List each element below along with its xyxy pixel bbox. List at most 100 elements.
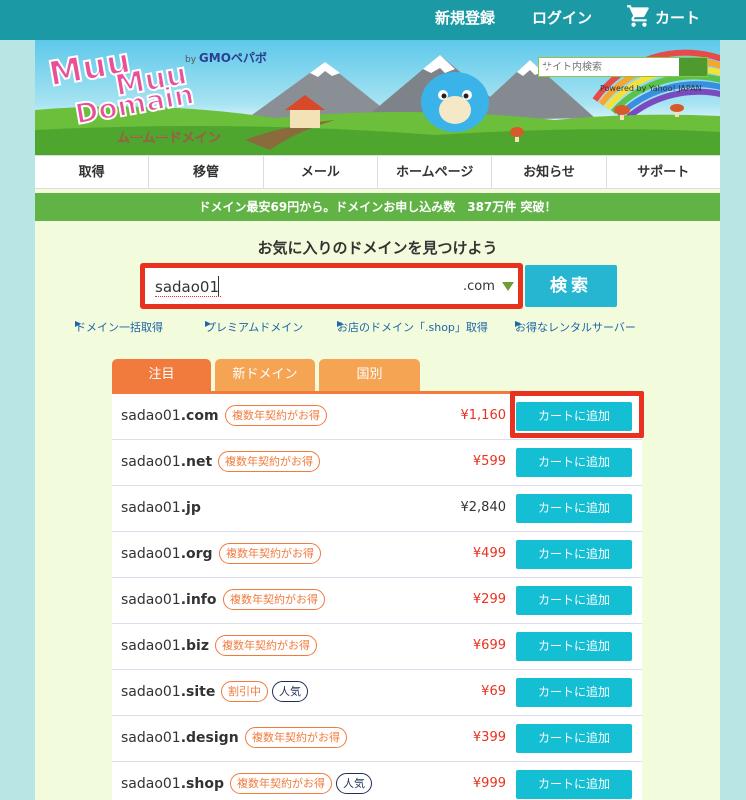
add-to-cart-button[interactable]: カートに追加 — [516, 494, 632, 523]
result-row: sadao01.biz 複数年契約がお得 ¥699 カートに追加 — [112, 624, 642, 670]
price: ¥699 — [472, 638, 506, 653]
domain-label: sadao01 — [121, 546, 181, 562]
add-to-cart-button[interactable]: カートに追加 — [516, 586, 632, 615]
badge-group: 複数年契約がお得 — [245, 727, 347, 748]
price: ¥69 — [481, 684, 506, 699]
svg-text:ムームードメイン: ムームードメイン — [117, 131, 221, 143]
domain-tld: .site — [180, 684, 216, 700]
tab-country[interactable]: 国別 — [319, 359, 420, 391]
nav-item-transfer[interactable]: 移管 — [149, 156, 264, 188]
price: ¥1,160 — [460, 408, 507, 423]
domain-name: sadao01.org — [121, 546, 213, 562]
badge-group: 複数年契約がお得 人気 — [230, 773, 372, 794]
add-to-cart-button[interactable]: カートに追加 — [516, 632, 632, 661]
result-row: sadao01.info 複数年契約がお得 ¥299 カートに追加 — [112, 578, 642, 624]
chevron-down-icon[interactable] — [502, 282, 514, 291]
popular-badge: 人気 — [272, 681, 308, 702]
badge-group: 複数年契約がお得 — [223, 589, 325, 610]
result-row: sadao01.net 複数年契約がお得 ¥599 カートに追加 — [112, 440, 642, 486]
login-link[interactable]: ログイン — [532, 7, 592, 28]
domain-name: sadao01.biz — [121, 638, 209, 654]
price: ¥2,840 — [460, 500, 507, 515]
status-badge: 複数年契約がお得 — [245, 727, 347, 748]
domain-tld: .com — [180, 408, 219, 424]
badge-group: 複数年契約がお得 — [219, 543, 321, 564]
page-container: Muu Muu Domain ムームードメイン by GMOペパボ Powere… — [35, 40, 720, 800]
status-badge: 複数年契約がお得 — [215, 635, 317, 656]
badge-group: 複数年契約がお得 — [215, 635, 317, 656]
result-row: sadao01.design 複数年契約がお得 ¥399 カートに追加 — [112, 716, 642, 762]
nav-item-mail[interactable]: メール — [264, 156, 378, 188]
domain-name: sadao01.shop — [121, 776, 224, 792]
domain-tld: .shop — [180, 776, 224, 792]
price: ¥499 — [472, 546, 506, 561]
status-badge: 複数年契約がお得 — [230, 773, 332, 794]
status-badge: 複数年契約がお得 — [223, 589, 325, 610]
status-badge: 複数年契約がお得 — [219, 543, 321, 564]
domain-tld: .design — [180, 730, 239, 746]
add-to-cart-button[interactable]: カートに追加 — [516, 448, 632, 477]
domain-name: sadao01.net — [121, 454, 212, 470]
top-bar: 新規登録 ログイン カート — [0, 0, 746, 40]
add-to-cart-button[interactable]: カートに追加 — [516, 540, 632, 569]
price: ¥999 — [472, 776, 506, 791]
price: ¥399 — [472, 730, 506, 745]
main-nav: 取得 移管 メール ホームページ お知らせ サポート — [35, 155, 720, 189]
domain-search-input[interactable]: sadao01 — [155, 278, 221, 297]
promo-banner: ドメイン最安69円から。ドメインお申し込み数 387万件 突破！ — [35, 193, 720, 221]
domain-label: sadao01 — [121, 500, 181, 516]
domain-label: sadao01 — [121, 454, 181, 470]
nav-item-support[interactable]: サポート — [607, 156, 720, 188]
search-button[interactable]: 検索 — [525, 265, 617, 307]
add-to-cart-button[interactable]: カートに追加 — [516, 770, 632, 799]
yahoo-note: Powered by Yahoo! JAPAN — [600, 84, 702, 93]
badge-group: 複数年契約がお得 — [225, 405, 327, 426]
tab-new-domains[interactable]: 新ドメイン — [215, 359, 315, 391]
domain-label: sadao01 — [121, 776, 181, 792]
cart-link[interactable]: カート — [655, 7, 700, 28]
add-to-cart-button[interactable]: カートに追加 — [516, 724, 632, 753]
price: ¥299 — [472, 592, 506, 607]
status-badge: 複数年契約がお得 — [225, 405, 327, 426]
nav-item-homepage[interactable]: ホームページ — [378, 156, 493, 188]
domain-label: sadao01 — [121, 592, 181, 608]
text-caret — [218, 276, 219, 296]
domain-label: sadao01 — [121, 408, 181, 424]
domain-name: sadao01.info — [121, 592, 217, 608]
nav-item-news[interactable]: お知らせ — [492, 156, 607, 188]
tab-featured[interactable]: 注目 — [112, 359, 211, 391]
domain-name: sadao01.design — [121, 730, 239, 746]
domain-search-box[interactable]: sadao01 .com — [140, 263, 523, 309]
add-to-cart-button[interactable]: カートに追加 — [516, 678, 632, 707]
domain-name: sadao01.site — [121, 684, 215, 700]
status-badge: 複数年契約がお得 — [218, 451, 320, 472]
site-search-input[interactable] — [539, 58, 679, 76]
search-icon — [539, 58, 551, 70]
badge-group: 割引中 人気 — [221, 681, 308, 702]
result-row: sadao01.shop 複数年契約がお得 人気 ¥999 カートに追加 — [112, 762, 642, 800]
domain-tld: .net — [180, 454, 213, 470]
search-heading: お気に入りのドメインを見つけよう — [257, 239, 498, 257]
domain-label: sadao01 — [121, 638, 181, 654]
price: ¥599 — [472, 454, 506, 469]
nav-item-get[interactable]: 取得 — [35, 156, 150, 188]
popular-badge: 人気 — [336, 773, 372, 794]
domain-label: sadao01 — [121, 684, 181, 700]
domain-label: sadao01 — [121, 730, 181, 746]
add-to-cart-button[interactable]: カートに追加 — [516, 402, 632, 431]
domain-tld: .biz — [180, 638, 210, 654]
result-row: sadao01.jp ¥2,840 カートに追加 — [112, 486, 642, 532]
header-banner: Muu Muu Domain ムームードメイン by GMOペパボ Powere… — [35, 40, 720, 155]
domain-name: sadao01.jp — [121, 500, 201, 516]
result-row: sadao01.com 複数年契約がお得 ¥1,160 カートに追加 — [112, 394, 642, 440]
result-row: sadao01.org 複数年契約がお得 ¥499 カートに追加 — [112, 532, 642, 578]
tld-select[interactable]: .com — [463, 279, 495, 294]
status-badge: 割引中 — [221, 681, 268, 702]
site-search-button[interactable] — [539, 58, 707, 76]
domain-tld: .info — [180, 592, 217, 608]
result-row: sadao01.site 割引中 人気 ¥69 カートに追加 — [112, 670, 642, 716]
cart-icon[interactable] — [626, 3, 652, 29]
domain-name: sadao01.com — [121, 408, 219, 424]
site-search — [538, 57, 708, 77]
signup-link[interactable]: 新規登録 — [435, 7, 495, 28]
